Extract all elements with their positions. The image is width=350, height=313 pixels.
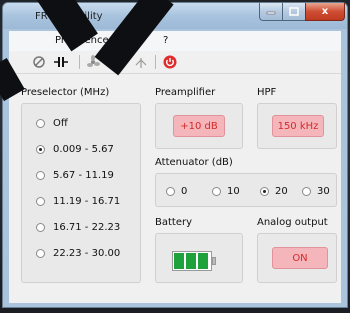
- radio-label: Off: [53, 118, 68, 129]
- battery-icon: [172, 251, 216, 271]
- capacitor-icon: [54, 57, 68, 67]
- toolbar: °C: [9, 51, 341, 74]
- battery-cell: [174, 253, 184, 269]
- radio-label: 0: [181, 186, 188, 197]
- attenuator-group: 0 10 20 30: [155, 173, 337, 207]
- preselector-label: Preselector (MHz): [21, 87, 110, 98]
- power-circle-icon: [33, 56, 45, 68]
- antenna-icon: [135, 58, 147, 68]
- radio-button[interactable]: [36, 171, 45, 180]
- radio-button[interactable]: [36, 197, 45, 206]
- radio-button[interactable]: [166, 187, 175, 196]
- antenna-tool-button[interactable]: [133, 54, 149, 70]
- radio-button[interactable]: [36, 223, 45, 232]
- hpf-button[interactable]: 150 kHz: [272, 115, 324, 137]
- analog-output-button[interactable]: ON: [272, 247, 328, 269]
- attenuator-option-10[interactable]: 10: [212, 186, 240, 197]
- close-button[interactable]: x: [305, 3, 345, 21]
- battery-cell: [198, 253, 208, 269]
- radio-label: 16.71 - 22.23: [53, 222, 121, 233]
- minimize-button[interactable]: [259, 3, 283, 21]
- minimize-icon: [266, 11, 276, 14]
- attenuator-option-0[interactable]: 0: [166, 186, 187, 197]
- power-icon: [163, 55, 177, 69]
- radio-label: 10: [227, 186, 240, 197]
- hpf-group: 150 kHz: [257, 103, 337, 149]
- client-area: Preference s ? °C: [9, 31, 341, 303]
- radio-button-checked[interactable]: [260, 187, 269, 196]
- radio-label: 11.19 - 16.71: [53, 196, 121, 207]
- battery-label: Battery: [155, 217, 193, 228]
- preselector-option-3[interactable]: 11.19 - 16.71: [36, 196, 120, 207]
- battery-tip: [212, 257, 216, 265]
- preselector-option-1[interactable]: 0.009 - 5.67: [36, 144, 114, 155]
- preselector-group: Off 0.009 - 5.67 5.67 - 11.19 11.19 - 16…: [21, 103, 141, 283]
- app-window: FR4003Utility x Preference s ?: [2, 2, 348, 308]
- preselector-option-2[interactable]: 5.67 - 11.19: [36, 170, 114, 181]
- preamplifier-label: Preamplifier: [155, 87, 216, 98]
- power-tool-button[interactable]: [161, 54, 179, 70]
- close-icon: x: [321, 6, 329, 17]
- capacitor-tool-button[interactable]: [53, 54, 69, 70]
- menu-help[interactable]: ?: [163, 35, 168, 46]
- maximize-button[interactable]: [282, 3, 306, 21]
- battery-cell: [186, 253, 196, 269]
- maximize-icon: [289, 7, 299, 16]
- radio-button[interactable]: [302, 187, 311, 196]
- toolbar-separator: [155, 55, 156, 69]
- toolbar-separator: [79, 55, 80, 69]
- radio-label: 20: [275, 186, 288, 197]
- preamplifier-group: +10 dB: [155, 103, 243, 149]
- attenuator-option-30[interactable]: 30: [302, 186, 330, 197]
- disconnect-tool-button[interactable]: [31, 54, 47, 70]
- radio-label: 5.67 - 11.19: [53, 170, 114, 181]
- radio-button[interactable]: [36, 119, 45, 128]
- preselector-option-5[interactable]: 22.23 - 30.00: [36, 248, 120, 259]
- radio-label: 30: [317, 186, 330, 197]
- radio-label: 0.009 - 5.67: [53, 144, 114, 155]
- preselector-option-off[interactable]: Off: [36, 118, 68, 129]
- attenuator-label: Attenuator (dB): [155, 157, 233, 168]
- battery-group: [155, 233, 243, 283]
- attenuator-option-20[interactable]: 20: [260, 186, 288, 197]
- hpf-label: HPF: [257, 87, 277, 98]
- preamplifier-button[interactable]: +10 dB: [173, 115, 225, 137]
- analog-output-label: Analog output: [257, 217, 328, 228]
- radio-button-checked[interactable]: [36, 145, 45, 154]
- radio-button[interactable]: [36, 249, 45, 258]
- preselector-option-4[interactable]: 16.71 - 22.23: [36, 222, 120, 233]
- radio-button[interactable]: [212, 187, 221, 196]
- analog-output-group: ON: [257, 233, 337, 283]
- radio-label: 22.23 - 30.00: [53, 248, 121, 259]
